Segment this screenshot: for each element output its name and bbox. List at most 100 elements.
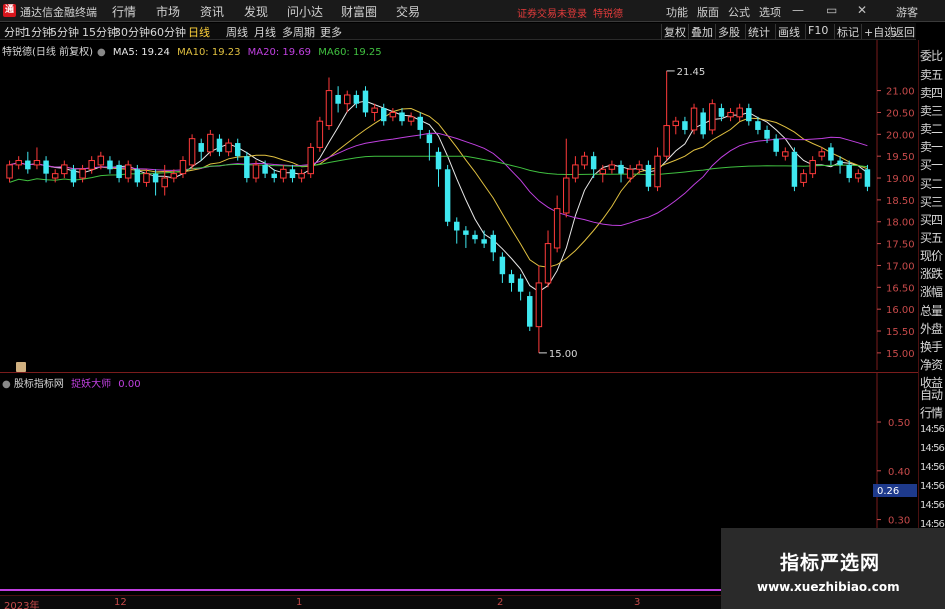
candle-body [43,160,49,174]
sidebar-item[interactable]: 买二 [920,175,943,192]
candle [599,164,607,183]
candle-body [590,156,597,170]
candle [188,134,196,170]
period-tab[interactable]: 日线 [188,24,210,40]
sidebar-item[interactable]: 买四 [920,211,943,228]
watermark-url: www.xuezhibiao.com [757,580,900,594]
period-tab[interactable]: 1分钟 [24,24,53,40]
period-tab[interactable]: 更多 [320,24,342,40]
menu-quotes[interactable]: 行情 [112,3,136,20]
candle [280,164,287,183]
candle [161,164,168,196]
sidebar-item[interactable]: 涨跌 [920,265,943,282]
x-label-dec: 12 [114,597,127,608]
candlestick-chart[interactable]: 21.00 20.50 20.00 19.50 19.00 18.50 18.00 17.50… [0,40,918,370]
sidebar-item[interactable]: 卖五 [920,66,943,83]
menu-formula[interactable]: 公式 [728,4,750,20]
candle [307,143,314,179]
candle-body [116,164,122,179]
candle-body [618,164,624,174]
price-tick-label: 17.50 [886,240,915,251]
price-tick-label: 15.50 [886,327,915,338]
candle [33,147,41,170]
sidebar-item[interactable]: 委比 [920,47,943,64]
indicator-tick-label: 0.40 [888,467,910,478]
chart-tool-button[interactable]: 复权 [661,24,688,39]
menu-function[interactable]: 功能 [666,4,688,20]
chart-tool-button[interactable]: 多股 [715,24,742,39]
sidebar-item[interactable]: 净资 [920,356,943,373]
broker-login-notice[interactable]: 证券交易未登录 [517,5,587,20]
expand-icon[interactable] [16,362,26,372]
candle [690,103,698,135]
sidebar-item[interactable]: 卖二 [920,120,943,137]
sidebar-item[interactable]: 买一 [920,156,943,173]
sidebar-item[interactable]: 换手 [920,338,943,355]
sidebar-item[interactable]: 总量 [920,302,943,319]
x-label-year: 2023年 [4,601,40,609]
menu-options[interactable]: 选项 [759,4,781,20]
chart-tool-button[interactable]: 统计 [745,24,772,39]
menu-market[interactable]: 市场 [156,3,180,20]
sidebar-item[interactable]: 14:56 [920,443,945,454]
sidebar-item[interactable]: 卖四 [920,84,943,101]
candle [216,134,223,157]
sidebar-item[interactable]: 14:56 [920,481,945,492]
restore-icon[interactable]: ▭ [826,3,837,17]
chart-tool-button[interactable]: 叠加 [688,24,715,39]
candle-body [335,94,341,104]
sidebar-item[interactable]: 卖三 [920,102,943,119]
candle-body [170,173,178,179]
candle-body [298,173,305,179]
chart-tool-button[interactable]: 返回 [890,24,917,39]
sidebar-item[interactable]: 行情 [920,404,943,421]
sidebar-item[interactable]: 卖一 [920,138,943,155]
price-tick-label: 21.00 [886,87,915,98]
chart-tool-button[interactable]: 标记 [834,24,861,39]
menu-trade[interactable]: 交易 [396,3,420,20]
sidebar-item[interactable]: 14:56 [920,424,945,435]
chart-tool-button[interactable]: 画线 [775,24,802,39]
chart-tool-button[interactable]: F10 [805,24,830,39]
price-tick-label: 17.00 [886,261,915,272]
sidebar-item[interactable]: 自动 [920,386,943,403]
period-tab[interactable]: 5分钟 [50,24,79,40]
candle [6,160,13,183]
candle-body [572,164,579,179]
menu-discover[interactable]: 发现 [244,3,268,20]
minimize-icon[interactable]: — [792,3,804,17]
period-tab[interactable]: 60分钟 [150,24,186,40]
sidebar-item[interactable]: 买三 [920,193,943,210]
period-tab[interactable]: 月线 [254,24,276,40]
candle-body [262,164,268,174]
period-tab[interactable]: 30分钟 [114,24,150,40]
sidebar-item[interactable]: 现价 [920,247,943,264]
candle-body [417,116,423,130]
period-tab[interactable]: 多周期 [282,24,315,40]
candle-body [426,134,433,144]
candle-body [88,160,95,170]
candle [782,147,789,161]
menu-layout[interactable]: 版面 [697,4,719,20]
candle [472,230,478,244]
period-tab[interactable]: 15分钟 [82,24,118,40]
sidebar-item[interactable]: 14:56 [920,462,945,473]
guest-label[interactable]: 游客 [896,4,918,20]
candle-body [289,169,296,179]
candle-body [325,90,333,127]
menu-news[interactable]: 资讯 [200,3,224,20]
candle [170,169,178,183]
sidebar-item[interactable]: 涨幅 [920,283,943,300]
candle-body [244,156,250,179]
menu-ask[interactable]: 问小达 [287,3,323,20]
candle-body [407,116,415,122]
menu-wealth[interactable]: 财富圈 [341,3,377,20]
sidebar-item[interactable]: 14:56 [920,500,945,511]
candle-body [800,173,807,183]
period-tab[interactable]: 分时 [4,24,26,40]
close-icon[interactable]: ✕ [857,3,867,17]
period-tab[interactable]: 周线 [226,24,248,40]
price-tick-label: 16.50 [886,283,915,294]
sidebar-item[interactable]: 买五 [920,229,943,246]
sidebar-item[interactable]: 外盘 [920,320,943,337]
